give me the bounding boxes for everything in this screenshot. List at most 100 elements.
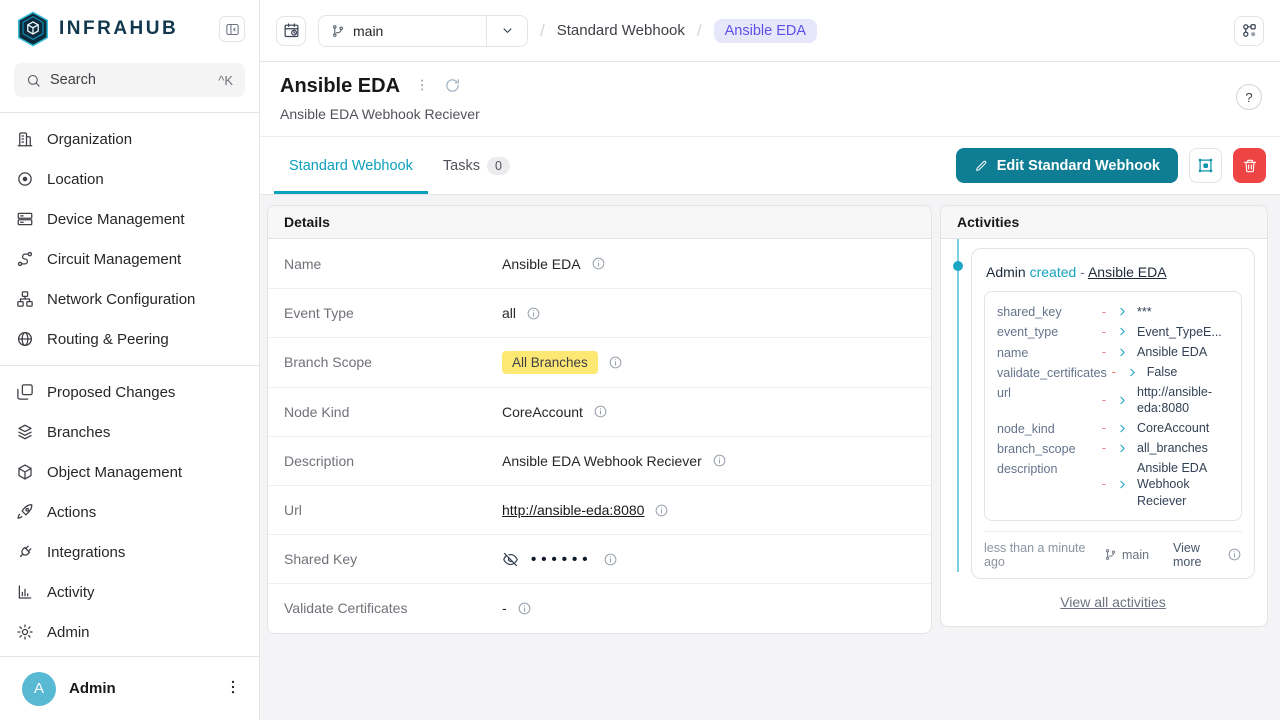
diff-row: event_type - Event_TypeE... [997, 323, 1229, 340]
search-icon [26, 73, 41, 88]
sidebar-item-label: Network Configuration [47, 291, 195, 308]
diff-old-value: - [1097, 440, 1111, 456]
sidebar-item[interactable]: Location [0, 159, 259, 199]
sidebar-item-label: Actions [47, 504, 96, 521]
detail-value: CoreAccount [502, 404, 608, 420]
sidebar-item-label: Circuit Management [47, 251, 181, 268]
sidebar-item-label: Object Management [47, 464, 182, 481]
help-button[interactable]: ? [1236, 84, 1262, 110]
sidebar-item[interactable]: Organization [0, 119, 259, 159]
eye-off-icon[interactable] [502, 551, 519, 568]
search-input[interactable]: Search ^K [14, 63, 245, 97]
sidebar-item[interactable]: Routing & Peering [0, 319, 259, 359]
diff-property: event_type [997, 323, 1097, 340]
breadcrumb-standard-webhook[interactable]: Standard Webhook [557, 22, 685, 39]
nav-section-schema: Organization Location Device Management … [0, 113, 259, 366]
sidebar-item-label: Activity [47, 584, 95, 601]
detail-value: Ansible EDA [502, 256, 606, 272]
tab-label: Standard Webhook [289, 158, 413, 174]
title-menu-button[interactable] [414, 77, 430, 96]
infrahub-logo-icon[interactable] [16, 11, 50, 47]
detail-row: Branch Scope All Branches [268, 337, 931, 386]
sidebar-item[interactable]: Admin [0, 612, 259, 652]
trash-icon [1242, 158, 1258, 174]
content-area: Details Name Ansible EDA Event Type [260, 195, 1280, 720]
sidebar-collapse-button[interactable] [219, 16, 245, 42]
user-menu-button[interactable] [221, 677, 245, 701]
detail-row: Url http://ansible-eda:8080 [268, 485, 931, 534]
event-object-link[interactable]: Ansible EDA [1088, 264, 1167, 280]
event-separator: - [1080, 264, 1085, 280]
detail-label: Event Type [284, 305, 502, 321]
view-all-activities-link[interactable]: View all activities [1060, 594, 1166, 610]
masked-value: •••••• [531, 551, 593, 568]
info-icon[interactable] [654, 503, 669, 518]
diff-row: name - Ansible EDA [997, 344, 1229, 361]
edit-standard-webhook-button[interactable]: Edit Standard Webhook [956, 148, 1178, 183]
detail-value-text: Ansible EDA [502, 256, 581, 272]
schema-visualizer-button[interactable] [1234, 16, 1264, 46]
detail-label: Validate Certificates [284, 600, 502, 616]
event-branch-name: main [1122, 548, 1149, 562]
sidebar-item[interactable]: Circuit Management [0, 239, 259, 279]
url-link[interactable]: http://ansible-eda:8080 [502, 502, 644, 518]
detail-label: Branch Scope [284, 354, 502, 370]
view-more-link[interactable]: View more [1173, 541, 1219, 569]
sidebar-item[interactable]: Proposed Changes [0, 372, 259, 412]
sidebar-item-label: Location [47, 171, 104, 188]
page-title: Ansible EDA [280, 75, 400, 98]
branch-selector-toggle[interactable] [487, 23, 527, 38]
info-icon[interactable] [1227, 547, 1242, 562]
chevron-right-icon [1117, 423, 1128, 434]
chevron-right-icon [1117, 443, 1128, 454]
branch-name: main [353, 23, 383, 39]
details-panel-title: Details [268, 206, 931, 239]
tab[interactable]: Standard Webhook [274, 137, 428, 194]
object-group-icon [1197, 157, 1214, 174]
schema-icon [1241, 22, 1258, 39]
sidebar-item[interactable]: Actions [0, 492, 259, 532]
info-icon[interactable] [591, 256, 606, 271]
sidebar-item-label: Branches [47, 424, 110, 441]
diff-property: branch_scope [997, 440, 1097, 457]
sidebar-item[interactable]: Integrations [0, 532, 259, 572]
plug-icon [16, 543, 34, 561]
manage-groups-button[interactable] [1189, 148, 1222, 183]
info-icon[interactable] [526, 306, 541, 321]
info-icon[interactable] [712, 453, 727, 468]
refresh-button[interactable] [444, 77, 461, 97]
sidebar-item-label: Device Management [47, 211, 185, 228]
info-icon[interactable] [603, 552, 618, 567]
sidebar-item[interactable]: Activity [0, 572, 259, 612]
sidebar-item[interactable]: Device Management [0, 199, 259, 239]
detail-value-text: - [502, 600, 507, 616]
info-icon[interactable] [517, 601, 532, 616]
diff-old-value: - [1097, 420, 1111, 436]
user-name: Admin [69, 680, 208, 697]
network-icon [16, 290, 34, 308]
info-icon[interactable] [608, 355, 623, 370]
sidebar-nav: Organization Location Device Management … [0, 112, 259, 656]
breadcrumb-ansible-eda[interactable]: Ansible EDA [714, 19, 817, 43]
diff-new-value: False [1142, 364, 1239, 380]
delete-button[interactable] [1233, 148, 1266, 183]
diff-property: description [997, 460, 1097, 477]
sidebar-item[interactable]: Network Configuration [0, 279, 259, 319]
chevron-right-icon [1117, 395, 1128, 406]
sidebar-item[interactable]: Object Management [0, 452, 259, 492]
avatar[interactable]: A [22, 672, 56, 706]
branch-selector[interactable]: main [318, 15, 528, 47]
timeline-dot [953, 261, 963, 271]
info-icon[interactable] [593, 404, 608, 419]
diff-row: url - http://ansible-eda:8080 [997, 384, 1229, 417]
tab[interactable]: Tasks 0 [428, 137, 525, 194]
chevron-right-icon [1127, 367, 1138, 378]
time-travel-button[interactable] [276, 16, 306, 46]
diff-old-value: - [1097, 476, 1111, 492]
sidebar-item[interactable]: Branches [0, 412, 259, 452]
diff-property: name [997, 344, 1097, 361]
main-area: main / Standard Webhook / Ansible EDA An… [260, 0, 1280, 720]
timeline-line [957, 239, 959, 572]
detail-value: Ansible EDA Webhook Reciever [502, 453, 727, 469]
diff-old-value: - [1097, 344, 1111, 360]
